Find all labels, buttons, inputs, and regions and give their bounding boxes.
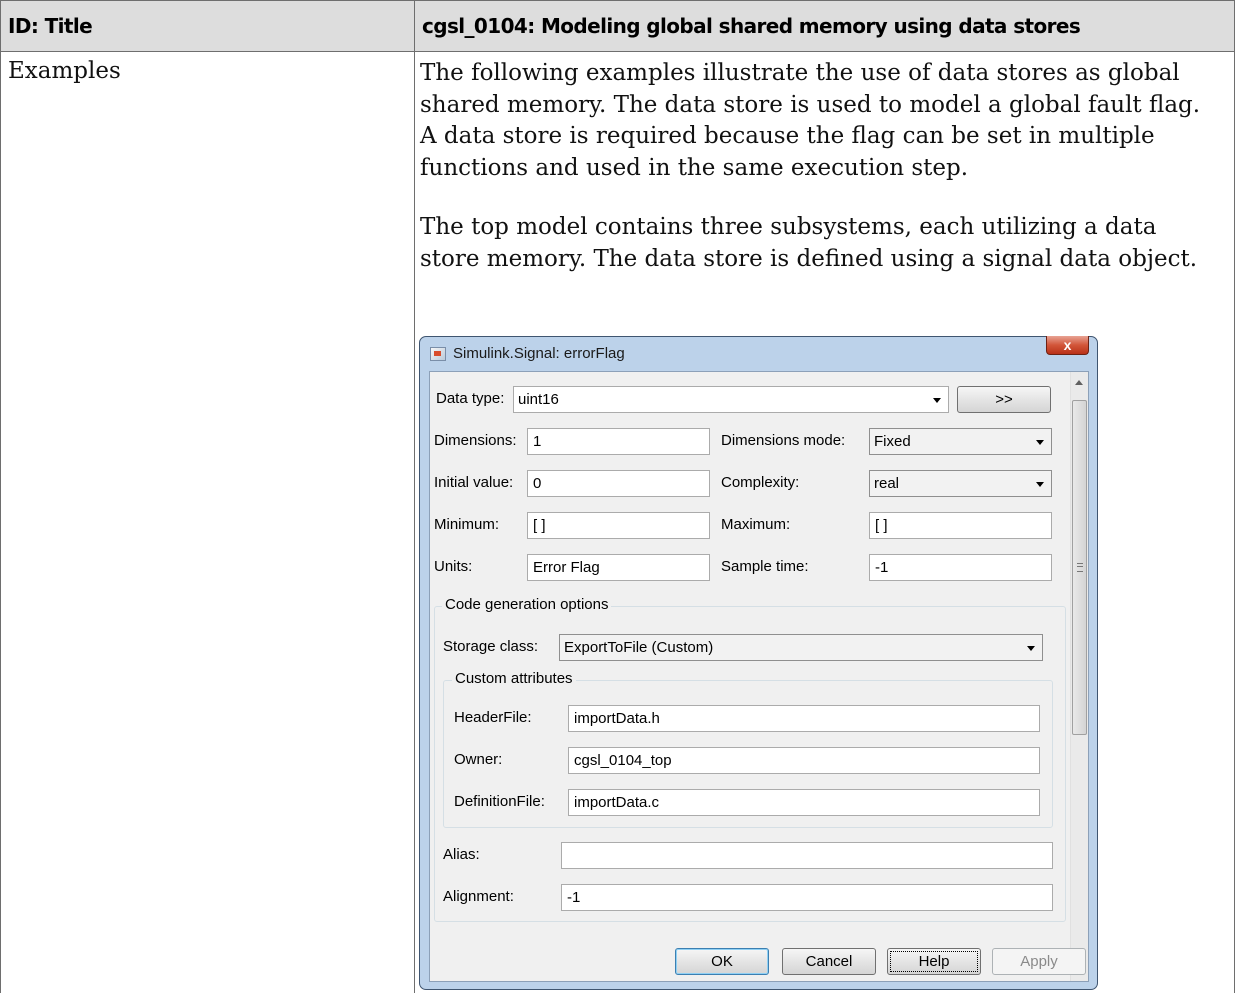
maximum-label: Maximum:: [721, 516, 791, 533]
owner-label: Owner:: [454, 751, 503, 768]
table-border-left: [0, 51, 1, 993]
minimum-label: Minimum:: [434, 516, 500, 533]
data-type-label: Data type:: [436, 390, 505, 407]
definition-file-field[interactable]: importData.c: [568, 789, 1040, 816]
definition-file-label: DefinitionFile:: [454, 793, 545, 810]
complexity-value: real: [874, 475, 900, 492]
vertical-scrollbar[interactable]: [1070, 372, 1088, 981]
dialog-title: Simulink.Signal: errorFlag: [453, 345, 625, 362]
code-generation-title: Code generation options: [442, 596, 612, 613]
sample-time-label: Sample time:: [721, 558, 809, 575]
sample-time-field[interactable]: -1: [869, 554, 1052, 581]
apply-button[interactable]: Apply: [992, 948, 1086, 975]
examples-paragraph-2: The top model contains three subsystems,…: [420, 214, 1198, 272]
owner-field[interactable]: cgsl_0104_top: [568, 747, 1040, 774]
header-guideline-title: cgsl_0104: Modeling global shared memory…: [414, 0, 1235, 52]
storage-class-dropdown[interactable]: ExportToFile (Custom): [559, 634, 1043, 661]
help-button[interactable]: Help: [887, 948, 981, 975]
chevron-down-icon: [1036, 440, 1044, 445]
grip-icon: [1077, 563, 1083, 572]
table-column-divider: [414, 51, 415, 993]
simulink-signal-icon: [430, 347, 446, 361]
initial-value-field[interactable]: 0: [527, 470, 710, 497]
data-type-dropdown[interactable]: uint16: [513, 386, 949, 413]
header-file-field[interactable]: importData.h: [568, 705, 1040, 732]
dimensions-field[interactable]: 1: [527, 428, 710, 455]
maximum-field[interactable]: [ ]: [869, 512, 1052, 539]
custom-attributes-title: Custom attributes: [452, 670, 576, 687]
data-type-value: uint16: [518, 391, 559, 408]
storage-class-label: Storage class:: [443, 638, 539, 655]
alignment-field[interactable]: -1: [561, 884, 1053, 911]
scroll-up-arrow-icon[interactable]: [1075, 380, 1083, 385]
header-id-title: ID: Title: [0, 0, 415, 52]
header-file-label: HeaderFile:: [454, 709, 532, 726]
chevron-down-icon: [1027, 646, 1035, 651]
dimensions-mode-label: Dimensions mode:: [721, 432, 846, 449]
ok-button[interactable]: OK: [675, 948, 769, 975]
storage-class-value: ExportToFile (Custom): [564, 639, 714, 656]
units-field[interactable]: Error Flag: [527, 554, 710, 581]
dimensions-mode-value: Fixed: [874, 433, 911, 450]
complexity-label: Complexity:: [721, 474, 800, 491]
guideline-table: ID: Title cgsl_0104: Modeling global sha…: [0, 0, 1235, 993]
chevron-down-icon: [1036, 482, 1044, 487]
scrollbar-thumb[interactable]: [1072, 400, 1087, 735]
initial-value-label: Initial value:: [434, 474, 514, 491]
chevron-down-icon: [933, 398, 941, 403]
signal-dialog: Simulink.Signal: errorFlag x Data type: …: [419, 336, 1098, 990]
units-label: Units:: [434, 558, 473, 575]
alias-label: Alias:: [443, 846, 480, 863]
data-type-expand-button[interactable]: >>: [957, 386, 1051, 413]
row-label-examples: Examples: [8, 58, 121, 84]
close-button[interactable]: x: [1046, 336, 1089, 355]
dimensions-mode-dropdown[interactable]: Fixed: [869, 428, 1052, 455]
complexity-dropdown[interactable]: real: [869, 470, 1052, 497]
alignment-label: Alignment:: [443, 888, 514, 905]
dimensions-label: Dimensions:: [434, 432, 517, 449]
dialog-body: Data type: uint16 >> Dimensions: 1 Dimen…: [429, 371, 1089, 982]
minimum-field[interactable]: [ ]: [527, 512, 710, 539]
alias-field[interactable]: [561, 842, 1053, 869]
examples-paragraph-1: The following examples illustrate the us…: [420, 60, 1201, 181]
cancel-button[interactable]: Cancel: [782, 948, 876, 975]
